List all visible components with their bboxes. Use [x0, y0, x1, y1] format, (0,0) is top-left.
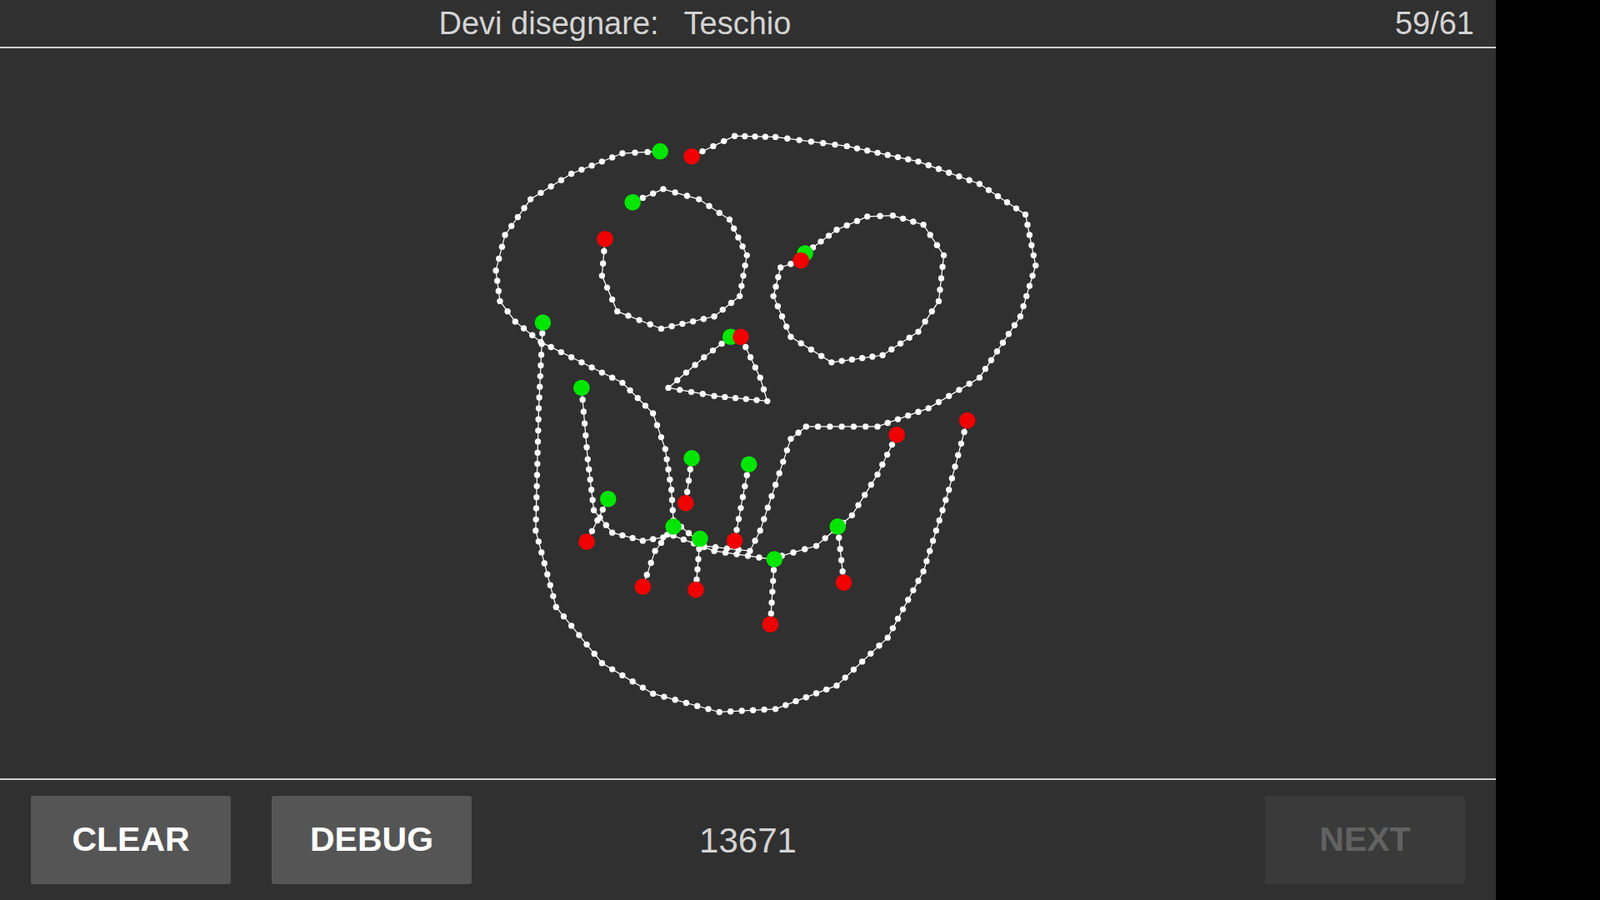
clear-button[interactable]: CLEAR: [30, 795, 231, 885]
header: Devi disegnare: Teschio 59/61: [0, 0, 1496, 49]
progress: 59/61: [1230, 0, 1496, 48]
next-button: NEXT: [1265, 795, 1465, 885]
stroke-end: [959, 412, 976, 430]
app: Devi disegnare: Teschio 59/61 CLEAR DEBUG 136…: [0, 0, 1496, 900]
drawing-canvas[interactable]: [0, 48, 1496, 780]
stroke: [677, 450, 700, 511]
stroke: [492, 133, 1039, 555]
stroke-end: [792, 252, 810, 270]
stroke: [726, 455, 758, 549]
stroke-end: [726, 532, 744, 550]
stroke: [829, 518, 852, 591]
prompt-label: Devi disegnare:: [439, 0, 660, 48]
prompt-word: Teschio: [684, 0, 792, 48]
prompt: Devi disegnare: Teschio: [0, 0, 1230, 48]
stroke-start: [691, 530, 709, 548]
stroke: [687, 530, 708, 599]
stroke-start: [766, 550, 784, 568]
stroke-end: [888, 426, 905, 444]
stroke-start: [600, 490, 617, 508]
debug-button[interactable]: DEBUG: [271, 795, 472, 885]
stroke-end: [683, 148, 700, 165]
stroke-end: [732, 328, 750, 345]
stroke-start: [829, 518, 846, 535]
stroke-end: [578, 533, 595, 550]
stroke-start: [740, 455, 758, 473]
stroke-end: [762, 615, 780, 633]
stroke: [578, 490, 616, 550]
stroke: [635, 518, 682, 595]
stroke-start: [573, 380, 590, 397]
stroke-end: [677, 495, 695, 512]
stroke: [532, 314, 975, 715]
score: 13671: [699, 814, 797, 867]
stroke: [762, 550, 783, 633]
footer: CLEAR DEBUG 13671 NEXT: [0, 780, 1496, 900]
stroke-end: [687, 581, 705, 599]
stroke: [770, 212, 947, 366]
stroke-start: [651, 143, 669, 160]
stroke-end: [596, 230, 614, 248]
stroke: [665, 328, 770, 405]
stroke: [573, 380, 905, 563]
screen: Devi disegnare: Teschio 59/61 CLEAR DEBUG 136…: [0, 0, 1600, 900]
stroke-start: [624, 194, 641, 211]
stroke-start: [665, 518, 682, 535]
drawing[interactable]: [0, 48, 1496, 779]
stroke-end: [835, 574, 853, 591]
stroke-start: [683, 450, 700, 467]
stroke: [596, 185, 750, 332]
stroke-end: [635, 578, 652, 595]
stroke-start: [535, 314, 552, 331]
